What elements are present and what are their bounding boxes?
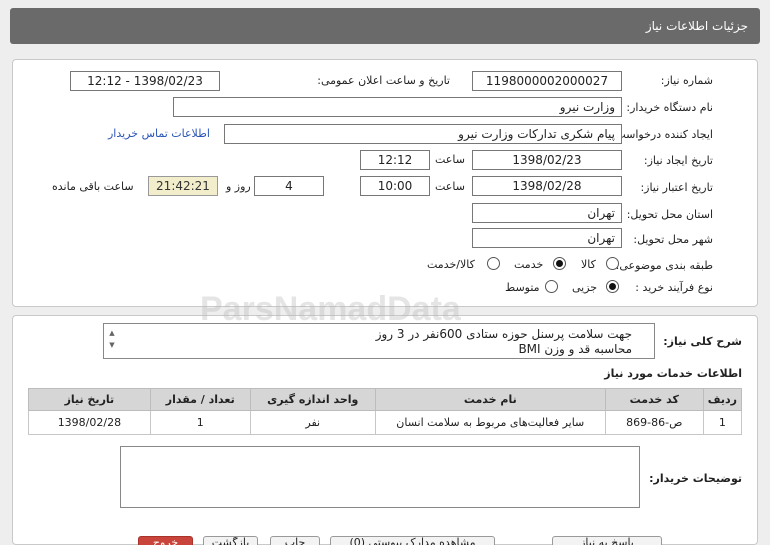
category-option-goods-service: کالا/خدمت [427, 258, 475, 271]
city-field: تهران [472, 228, 622, 248]
process-option-minor: جزیی [572, 281, 598, 294]
col-service-code: کد خدمت [604, 388, 704, 411]
announce-field: 1398/02/23 - 12:12 [70, 71, 220, 91]
services-header-row: ردیف کد خدمت نام خدمت واحد اندازه گیری ت… [28, 388, 743, 411]
cell-service-name: سایر فعالیت‌های مربوط به سلامت انسان [374, 410, 606, 435]
validity-date-label: تاریخ اعتبار نیاز: [640, 181, 713, 194]
cell-quantity: 1 [149, 410, 251, 435]
process-option-medium: متوسط [505, 281, 540, 294]
services-table: ردیف کد خدمت نام خدمت واحد اندازه گیری ت… [28, 388, 743, 435]
validity-time-field: 10:00 [360, 176, 430, 196]
created-date-field: 1398/02/23 [472, 150, 622, 170]
back-button[interactable]: بازگشت [203, 536, 258, 545]
category-label: طبقه بندی موضوعی: [615, 259, 713, 272]
buyer-org-field: وزارت نیرو [173, 97, 622, 117]
province-label: استان محل تحویل: [626, 208, 713, 221]
validity-date-field: 1398/02/28 [472, 176, 622, 196]
created-time-label: ساعت [435, 153, 465, 166]
description-line-1: جهت سلامت پرسنل حوزه ستادی 600نفر در 3 ر… [375, 327, 632, 341]
category-option-goods: کالا [581, 258, 596, 271]
category-radio-goods-service[interactable] [487, 257, 500, 270]
need-number-label: شماره نیاز: [660, 74, 713, 87]
created-date-label: تاریخ ایجاد نیاز: [643, 154, 713, 167]
remaining-time-field: 21:42:21 [148, 176, 218, 196]
col-need-date: تاریخ نیاز [28, 388, 151, 411]
services-section-title: اطلاعات خدمات مورد نیاز [604, 367, 742, 380]
cell-unit: نفر [249, 410, 376, 435]
requester-field: پیام شکری تدارکات وزارت نیرو [224, 124, 622, 144]
description-textarea[interactable]: جهت سلامت پرسنل حوزه ستادی 600نفر در 3 ر… [103, 323, 655, 359]
cell-row-number: 1 [702, 410, 743, 435]
description-line-2: محاسبه قد و وزن BMI [518, 342, 632, 356]
reply-button[interactable]: پاسخ به نیاز [552, 536, 662, 545]
created-time-field: 12:12 [360, 150, 430, 170]
exit-button[interactable]: خروج [138, 536, 193, 545]
process-radio-medium[interactable] [545, 280, 558, 293]
city-label: شهر محل تحویل: [633, 233, 713, 246]
category-radio-goods[interactable] [606, 257, 619, 270]
category-radio-service[interactable] [553, 257, 566, 270]
textarea-scroll-arrows[interactable]: ▲ ▼ [107, 327, 117, 353]
col-row-number: ردیف [702, 388, 743, 411]
remaining-label: ساعت باقی مانده [52, 180, 134, 193]
days-remaining-field: 4 [254, 176, 324, 196]
province-field: تهران [472, 203, 622, 223]
col-unit: واحد اندازه گیری [249, 388, 376, 411]
days-label: روز و [226, 180, 251, 193]
category-option-service: خدمت [514, 258, 544, 271]
need-number-field: 1198000002000027 [472, 71, 622, 91]
process-radio-minor[interactable] [606, 280, 619, 293]
cell-service-code: ص-86-869 [604, 410, 704, 435]
page-frame: جزئیات اطلاعات نیاز شماره نیاز: 11980000… [0, 0, 770, 545]
view-attachments-button[interactable]: مشاهده مدارک پیوستی (0) [330, 536, 495, 545]
announce-label: تاریخ و ساعت اعلان عمومی: [317, 74, 450, 87]
process-label: نوع فرآیند خرید : [635, 281, 713, 294]
print-button[interactable]: چاپ [270, 536, 320, 545]
buyer-contact-link[interactable]: اطلاعات تماس خریدار [108, 127, 210, 140]
validity-time-label: ساعت [435, 180, 465, 193]
buyer-notes-label: توضیحات خریدار: [649, 472, 742, 485]
requester-label: ایجاد کننده درخواست: [611, 128, 713, 141]
page-header: جزئیات اطلاعات نیاز [10, 8, 760, 44]
page-title: جزئیات اطلاعات نیاز [645, 19, 748, 33]
table-row: 1 ص-86-869 سایر فعالیت‌های مربوط به سلام… [28, 410, 743, 435]
cell-need-date: 1398/02/28 [28, 410, 151, 435]
col-quantity: تعداد / مقدار [149, 388, 251, 411]
col-service-name: نام خدمت [374, 388, 606, 411]
description-label: شرح کلی نیاز: [663, 335, 742, 348]
buyer-notes-box [120, 446, 640, 508]
buyer-org-label: نام دستگاه خریدار: [626, 101, 713, 114]
